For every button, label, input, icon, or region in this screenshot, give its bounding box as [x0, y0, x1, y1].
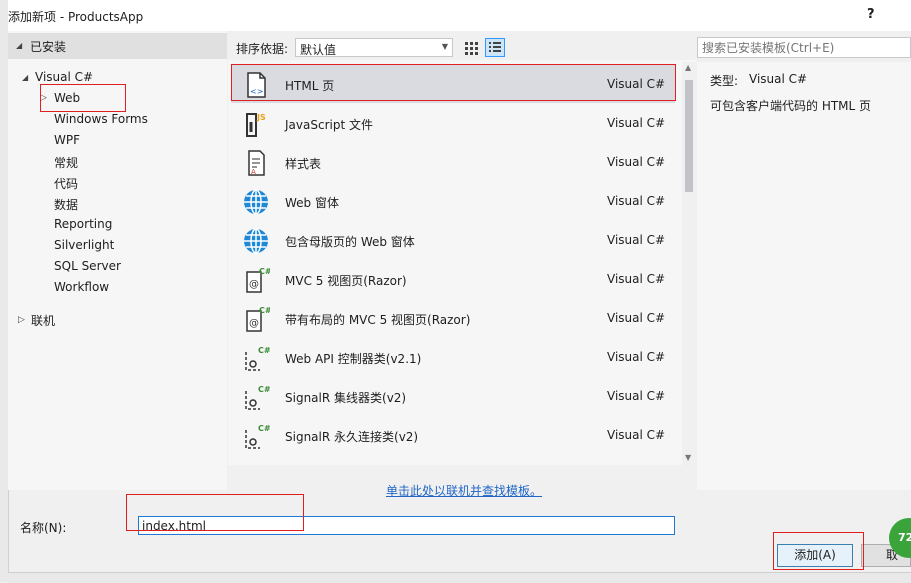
details-description: 可包含客户端代码的 HTML 页 — [710, 99, 872, 113]
svg-text:C#: C# — [258, 385, 270, 394]
list-view-icon — [489, 42, 501, 52]
tree-item-label: 常规 — [54, 156, 79, 170]
javascript-file-icon: JS — [246, 113, 266, 137]
name-input[interactable] — [139, 517, 665, 534]
svg-text:@: @ — [249, 318, 259, 329]
help-button[interactable]: ? — [867, 7, 875, 22]
scroll-down-icon[interactable]: ▼ — [685, 453, 691, 462]
template-language: Visual C# — [607, 155, 666, 169]
sort-label: 排序依据: — [236, 42, 289, 56]
template-name: SignalR 永久连接类(v2) — [285, 430, 419, 444]
details-view-button[interactable] — [485, 38, 505, 57]
grid-view-icon — [465, 42, 478, 55]
collapsed-arrow-icon[interactable]: ▷ — [40, 93, 47, 103]
template-row[interactable]: C# SignalR 集线器类(v2) Visual C# — [231, 377, 675, 415]
sort-dropdown[interactable]: 默认值 ▼ — [295, 38, 453, 57]
template-row[interactable]: A 样式表 Visual C# — [231, 143, 675, 181]
razor-view-icon: @ C# — [246, 306, 270, 332]
tree-item-web[interactable]: ▷ Web — [40, 88, 227, 109]
class-file-icon: C# — [245, 385, 270, 410]
template-name: 样式表 — [285, 157, 322, 171]
tree-installed-label: 已安装 — [30, 40, 67, 54]
svg-text:C#: C# — [259, 267, 270, 276]
tree-item-label: Visual C# — [35, 70, 94, 84]
tree-item-label: Workflow — [54, 280, 110, 294]
search-online-link[interactable]: 单击此处以联机并查找模板。 — [386, 482, 542, 499]
svg-text:C#: C# — [258, 346, 270, 355]
template-name: MVC 5 视图页(Razor) — [285, 274, 407, 288]
add-button[interactable]: 添加(A) — [777, 544, 853, 567]
svg-text:A: A — [251, 168, 256, 176]
svg-text:@: @ — [249, 279, 259, 290]
svg-text:C#: C# — [259, 306, 270, 315]
template-language: Visual C# — [607, 77, 666, 91]
template-language: Visual C# — [607, 311, 666, 325]
tree-item-label: 代码 — [54, 177, 79, 191]
template-name: Web 窗体 — [285, 196, 339, 210]
chevron-down-icon: ▼ — [441, 42, 448, 51]
template-name: JavaScript 文件 — [285, 118, 373, 132]
details-type-label: 类型: — [710, 74, 739, 88]
stylesheet-icon: A — [248, 150, 265, 176]
template-name: 带有布局的 MVC 5 视图页(Razor) — [285, 313, 471, 327]
template-row[interactable]: C# SignalR 永久连接类(v2) Visual C# — [231, 416, 675, 454]
template-row[interactable]: 包含母版页的 Web 窗体 Visual C# — [231, 221, 675, 259]
web-globe-icon — [244, 189, 268, 215]
search-templates-box[interactable] — [697, 37, 911, 58]
template-language: Visual C# — [607, 233, 666, 247]
tree-item-label: SQL Server — [54, 259, 121, 273]
template-name: SignalR 集线器类(v2) — [285, 391, 407, 405]
tree-item-label: Reporting — [54, 217, 113, 231]
dialog-title: 添加新项 - ProductsApp — [8, 10, 144, 24]
template-language: Visual C# — [607, 389, 666, 403]
tree-item-label: WPF — [54, 133, 81, 147]
tree-item-visual-csharp[interactable]: ◢ Visual C# — [8, 66, 227, 88]
template-row[interactable]: C# Web API 控制器类(v2.1) Visual C# — [231, 338, 675, 376]
template-details-pane — [697, 62, 911, 490]
html-page-icon: <> — [247, 72, 266, 98]
tree-item-label: Silverlight — [54, 238, 115, 252]
details-type-value: Visual C# — [749, 72, 808, 86]
template-language: Visual C# — [607, 272, 666, 286]
tree-item-label: Windows Forms — [54, 112, 148, 126]
template-row[interactable]: <> HTML 页 Visual C# — [231, 65, 675, 103]
medium-icons-view-button[interactable] — [461, 38, 481, 57]
search-input[interactable] — [698, 38, 906, 57]
sort-selected-value: 默认值 — [300, 43, 337, 57]
tree-item-label: Web — [54, 91, 81, 105]
expand-arrow-icon[interactable]: ◢ — [16, 41, 22, 50]
template-language: Visual C# — [607, 194, 666, 208]
badge-count: 72 — [898, 531, 911, 544]
tree-item-label: 联机 — [31, 314, 56, 328]
template-name: HTML 页 — [285, 79, 335, 93]
name-field[interactable] — [138, 516, 675, 535]
tree-item-online[interactable]: ▷ 联机 — [8, 308, 227, 330]
tree-item-label: 数据 — [54, 198, 79, 212]
template-language: Visual C# — [607, 116, 666, 130]
svg-text:C#: C# — [258, 424, 270, 433]
class-file-icon: C# — [245, 346, 270, 371]
scroll-up-icon[interactable]: ▲ — [685, 63, 691, 72]
class-file-icon: C# — [245, 424, 270, 449]
razor-view-icon: @ C# — [246, 267, 270, 293]
template-row[interactable]: JS JavaScript 文件 Visual C# — [231, 104, 675, 142]
template-name: 包含母版页的 Web 窗体 — [285, 235, 415, 249]
template-row[interactable]: @ C# 带有布局的 MVC 5 视图页(Razor) Visual C# — [231, 299, 675, 337]
svg-text:<>: <> — [250, 87, 263, 96]
name-label: 名称(N): — [20, 521, 67, 535]
template-row[interactable]: Web 窗体 Visual C# — [231, 182, 675, 220]
template-row[interactable]: @ C# MVC 5 视图页(Razor) Visual C# — [231, 260, 675, 298]
svg-text:JS: JS — [256, 113, 266, 122]
web-globe-icon — [244, 228, 268, 254]
dialog-titlebar — [8, 0, 911, 31]
template-name: Web API 控制器类(v2.1) — [285, 352, 422, 366]
expand-arrow-icon[interactable]: ◢ — [22, 73, 28, 82]
tree-installed-header[interactable]: ◢ 已安装 — [8, 33, 227, 59]
template-language: Visual C# — [607, 350, 666, 364]
scrollbar-thumb[interactable] — [685, 80, 693, 192]
collapsed-arrow-icon[interactable]: ▷ — [18, 315, 25, 325]
template-language: Visual C# — [607, 428, 666, 442]
background-window-edge-bottom — [8, 572, 911, 583]
